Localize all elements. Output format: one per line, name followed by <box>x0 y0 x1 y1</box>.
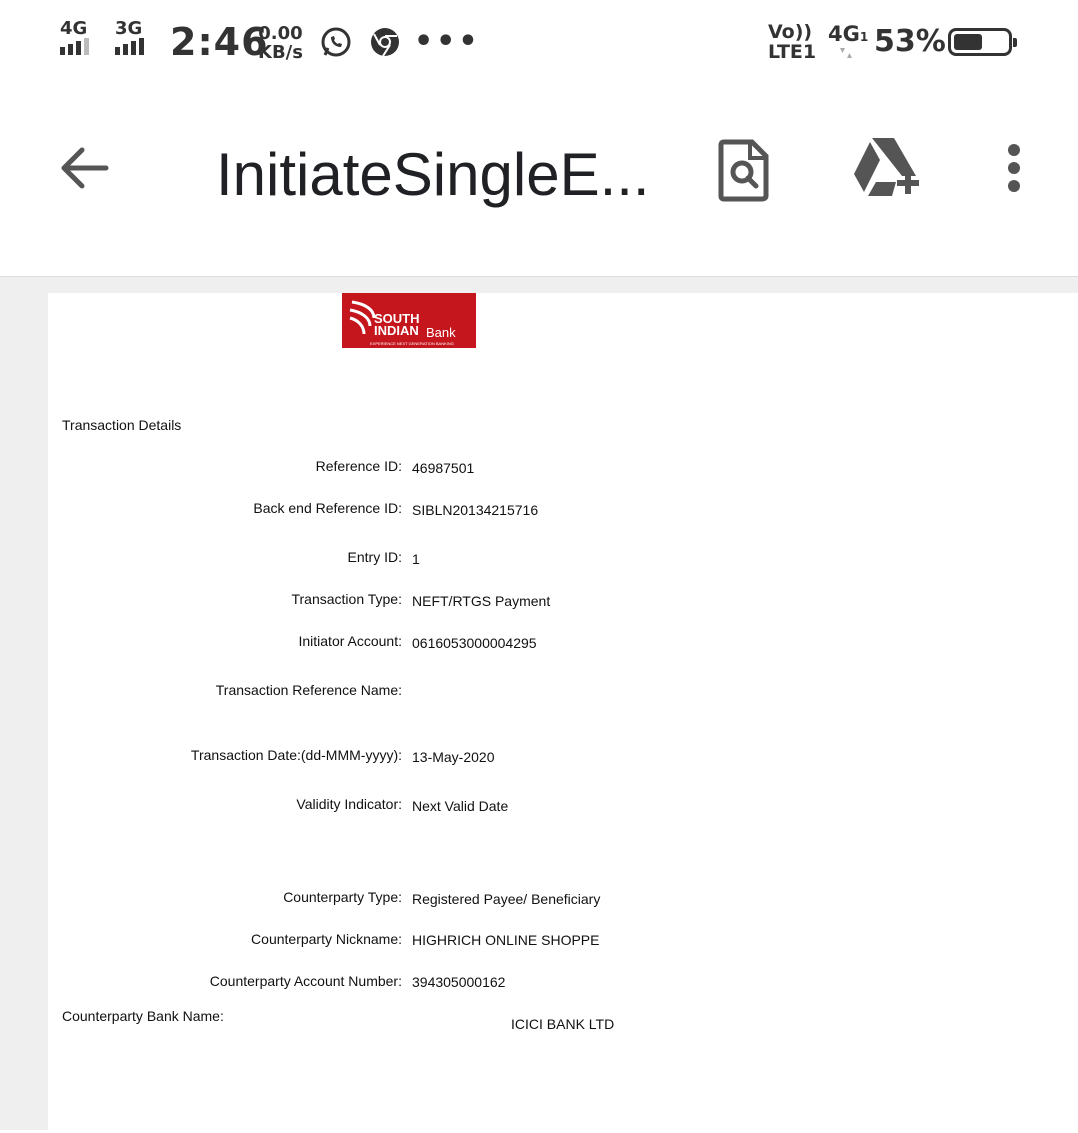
sim1-network-label: 4G <box>60 18 88 39</box>
save-to-drive-icon[interactable] <box>852 138 926 198</box>
document-page: SOUTH INDIAN Bank EXPERIENCE NEXT GENERA… <box>48 293 1078 1133</box>
field-label-counterparty-type: Counterparty Type: <box>283 889 402 905</box>
field-value-counterparty-type: Registered Payee/ Beneficiary <box>412 891 601 907</box>
data-network-sim: 1 <box>859 30 869 44</box>
field-label-backend-reference-id: Back end Reference ID: <box>253 500 402 516</box>
sim2-signal-icon <box>115 38 144 55</box>
field-value-transaction-date: 13-May-2020 <box>412 749 495 765</box>
data-network-label: 4G1 <box>828 22 868 46</box>
field-value-validity-indicator: Next Valid Date <box>412 798 509 814</box>
field-value-transaction-type: NEFT/RTGS Payment <box>412 593 551 609</box>
field-label-transaction-type: Transaction Type: <box>291 591 402 607</box>
data-activity-icon <box>840 48 852 58</box>
pdf-viewer[interactable]: SOUTH INDIAN Bank EXPERIENCE NEXT GENERA… <box>0 277 1078 1133</box>
logo-tagline: EXPERIENCE NEXT GENERATION BANKING <box>370 341 454 346</box>
logo-line2: INDIAN <box>374 323 419 338</box>
field-value-backend-reference-id: SIBLN20134215716 <box>412 502 539 518</box>
find-in-document-icon[interactable] <box>716 138 772 202</box>
field-label-transaction-reference-name: Transaction Reference Name: <box>215 682 402 698</box>
logo-wordmark: SOUTH INDIAN <box>374 312 420 338</box>
field-label-validity-indicator: Validity Indicator: <box>296 796 402 812</box>
back-arrow-icon[interactable] <box>56 140 112 196</box>
south-indian-bank-logo: SOUTH INDIAN Bank EXPERIENCE NEXT GENERA… <box>342 293 476 348</box>
volte-indicator: Vo)) LTE1 <box>768 22 816 62</box>
sim1-signal-icon <box>60 38 89 55</box>
clock: 2:46 <box>170 20 269 64</box>
data-network-type: 4G <box>828 22 860 46</box>
more-notifications-icon: ••• <box>414 24 481 59</box>
whatsapp-icon <box>321 27 351 57</box>
more-options-icon[interactable] <box>1002 140 1026 196</box>
field-value-counterparty-account-number: 394305000162 <box>412 974 506 990</box>
field-label-entry-id: Entry ID: <box>347 549 402 565</box>
field-value-entry-id: 1 <box>412 551 420 567</box>
battery-percent: 53% <box>874 24 946 59</box>
field-value-counterparty-bank-name: ICICI BANK LTD <box>511 1016 615 1032</box>
field-label-counterparty-bank-name: Counterparty Bank Name: <box>62 1008 224 1024</box>
volte-line2: LTE1 <box>768 41 817 63</box>
field-value-reference-id: 46987501 <box>412 460 475 476</box>
volte-line1: Vo)) <box>768 21 813 43</box>
network-speed-value: 0.00 <box>258 23 303 44</box>
document-title: InitiateSingleE... <box>216 141 650 208</box>
field-label-reference-id: Reference ID: <box>315 458 402 474</box>
battery-icon <box>948 28 1017 56</box>
sim2-network-label: 3G <box>115 18 143 39</box>
field-label-transaction-date: Transaction Date:(dd-MMM-yyyy): <box>190 747 402 763</box>
logo-bank-word: Bank <box>426 325 456 340</box>
network-speed-unit: KB/s <box>258 42 303 63</box>
field-value-initiator-account: 0616053000004295 <box>412 635 537 651</box>
chrome-icon <box>371 28 399 57</box>
network-speed: 0.00 KB/s <box>258 24 303 62</box>
section-title: Transaction Details <box>62 417 182 433</box>
field-label-initiator-account: Initiator Account: <box>298 633 402 649</box>
app-bar: InitiateSingleE... <box>0 88 1078 277</box>
field-label-counterparty-account-number: Counterparty Account Number: <box>209 973 402 989</box>
status-bar: 4G 3G 2:46 0.00 KB/s ••• Vo)) LTE1 4G1 5… <box>0 0 1078 88</box>
field-label-counterparty-nickname: Counterparty Nickname: <box>251 931 402 947</box>
field-value-counterparty-nickname: HIGHRICH ONLINE SHOPPE <box>412 932 600 948</box>
